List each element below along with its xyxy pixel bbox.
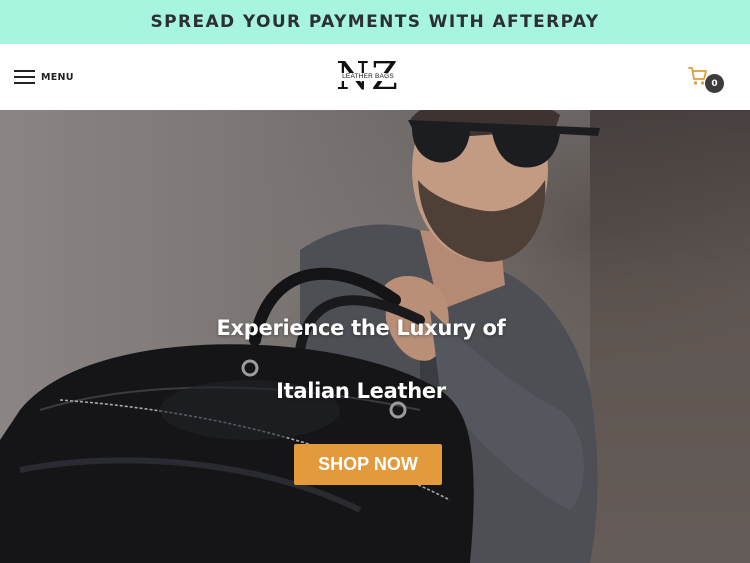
promo-bar[interactable]: SPREAD YOUR PAYMENTS WITH AFTERPAY [0,0,750,44]
hamburger-icon [14,70,35,84]
hero-heading-line2: Italian Leather [276,379,446,403]
site-header: MENU NZ LEATHER BAGS 0 [0,44,750,110]
cart-count-badge: 0 [705,74,724,93]
logo-subtitle: LEATHER BAGS [334,73,402,81]
shop-now-button[interactable]: SHOP NOW [294,444,442,485]
promo-text[interactable]: SPREAD YOUR PAYMENTS WITH AFTERPAY [150,12,599,32]
hero-heading-line1: Experience the Luxury of [216,316,506,340]
menu-label: MENU [41,71,74,83]
menu-button[interactable]: MENU [14,65,74,89]
hero-banner[interactable]: Experience the Luxury of Italian Leather… [0,110,750,563]
cart-button[interactable]: 0 [688,66,728,96]
site-logo[interactable]: NZ LEATHER BAGS [334,54,402,100]
